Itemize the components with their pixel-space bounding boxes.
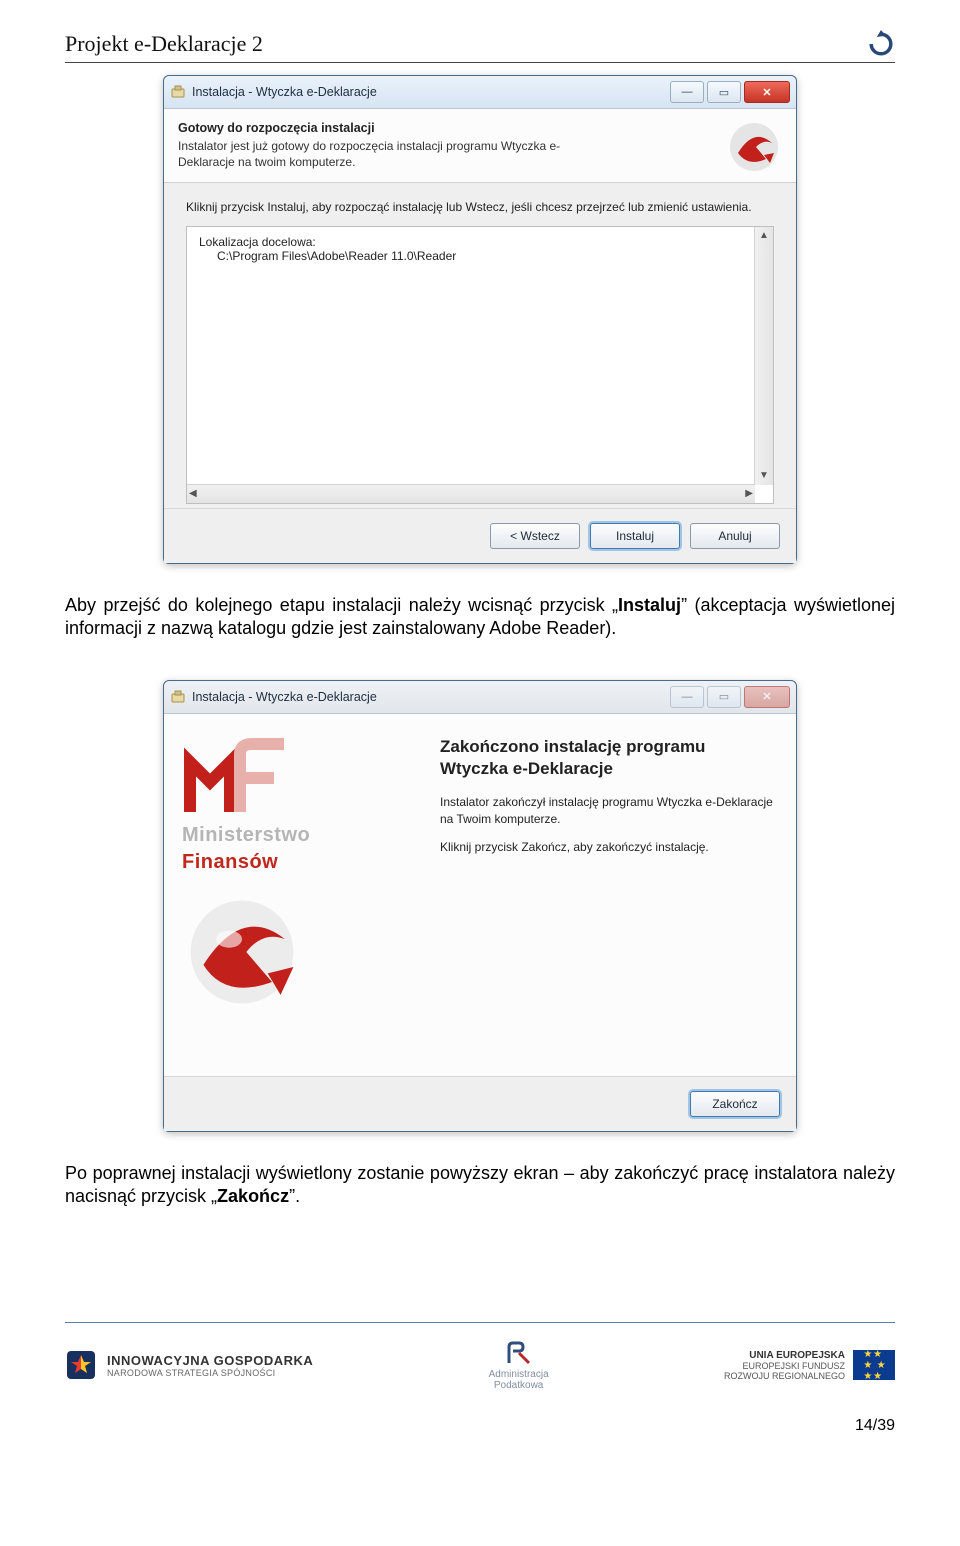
ap-line2: Podatkowa <box>494 1380 543 1391</box>
page-number: 14/39 <box>65 1417 895 1435</box>
instruction-text: Kliknij przycisk Instaluj, aby rozpocząć… <box>186 199 774 215</box>
eu-line2: EUROPEJSKI FUNDUSZ <box>724 1361 845 1371</box>
finish-button[interactable]: Zakończ <box>690 1091 780 1117</box>
step-header: Gotowy do rozpoczęcia instalacji Instala… <box>164 109 796 183</box>
step-title: Gotowy do rozpoczęcia instalacji <box>178 121 782 135</box>
footer-left: INNOWACYJNA GOSPODARKA NARODOWA STRATEGI… <box>65 1349 313 1381</box>
window-title: Instalacja - Wtyczka e-Deklaracje <box>192 690 670 704</box>
eu-line3: ROZWOJU REGIONALNEGO <box>724 1371 845 1381</box>
summary-label: Lokalizacja docelowa: <box>199 235 751 249</box>
close-button[interactable]: ✕ <box>744 81 790 103</box>
finish-line-1: Instalator zakończył instalację programu… <box>440 794 776 829</box>
finish-title: Zakończono instalację programu Wtyczka e… <box>440 736 776 780</box>
minimize-button[interactable]: — <box>670 81 704 103</box>
para1-pre: Aby przejść do kolejnego etapu instalacj… <box>65 595 618 615</box>
finish-line-2: Kliknij przycisk Zakończ, aby zakończyć … <box>440 839 776 856</box>
installer-window-ready: Instalacja - Wtyczka e-Deklaracje — ▭ ✕ … <box>163 75 797 564</box>
footer: INNOWACYJNA GOSPODARKA NARODOWA STRATEGI… <box>65 1339 895 1391</box>
footer-center: Administracja Podatkowa <box>489 1339 549 1391</box>
para2-post: ”. <box>289 1186 300 1206</box>
scroll-left-icon[interactable]: ◀ <box>189 488 197 499</box>
right-panel: Zakończono instalację programu Wtyczka e… <box>436 714 796 1076</box>
para2-pre: Po poprawnej instalacji wyświetlony zost… <box>65 1163 895 1206</box>
mf-logo-line1: Ministerstwo <box>182 824 310 847</box>
vertical-scrollbar[interactable]: ▲ ▼ <box>754 227 773 485</box>
para1-bold: Instaluj <box>618 595 681 615</box>
back-button[interactable]: < Wstecz <box>490 523 580 549</box>
titlebar[interactable]: Instalacja - Wtyczka e-Deklaracje — ▭ ✕ <box>164 76 796 109</box>
mf-logo-line2: Finansów <box>182 851 278 874</box>
close-button: ✕ <box>744 686 790 708</box>
minimize-button: — <box>670 686 704 708</box>
summary-path: C:\Program Files\Adobe\Reader 11.0\Reade… <box>199 249 751 263</box>
ap-line1: Administracja <box>489 1369 549 1380</box>
eu-line1: UNIA EUROPEJSKA <box>724 1350 845 1361</box>
maximize-button: ▭ <box>707 686 741 708</box>
footer-right: UNIA EUROPEJSKA EUROPEJSKI FUNDUSZ ROZWO… <box>724 1350 895 1381</box>
installer-window-finished: Instalacja - Wtyczka e-Deklaracje — ▭ ✕ … <box>163 680 797 1132</box>
maximize-button[interactable]: ▭ <box>707 81 741 103</box>
header-divider <box>65 62 895 63</box>
document-title: Projekt e-Deklaracje 2 <box>65 31 263 57</box>
scroll-right-icon[interactable]: ▶ <box>745 488 753 499</box>
paragraph-2: Po poprawnej instalacji wyświetlony zost… <box>65 1162 895 1208</box>
window-title: Instalacja - Wtyczka e-Deklaracje <box>192 85 670 99</box>
ig-line2: NARODOWA STRATEGIA SPÓJNOŚCI <box>107 1368 313 1378</box>
app-logo-large-icon <box>182 892 302 1012</box>
mf-logo-icon <box>182 738 292 816</box>
paragraph-1: Aby przejść do kolejnego etapu instalacj… <box>65 594 895 640</box>
refresh-icon <box>867 30 895 58</box>
summary-box[interactable]: Lokalizacja docelowa: C:\Program Files\A… <box>186 226 774 504</box>
install-button[interactable]: Instaluj <box>590 523 680 549</box>
app-logo-icon <box>726 119 782 175</box>
installer-icon <box>170 689 186 705</box>
footer-divider <box>65 1322 895 1323</box>
installer-icon <box>170 84 186 100</box>
ap-icon <box>505 1339 533 1367</box>
scroll-up-icon[interactable]: ▲ <box>755 227 773 245</box>
scroll-down-icon[interactable]: ▼ <box>755 467 773 485</box>
titlebar[interactable]: Instalacja - Wtyczka e-Deklaracje — ▭ ✕ <box>164 681 796 714</box>
ig-badge-icon <box>65 1349 97 1381</box>
cancel-button[interactable]: Anuluj <box>690 523 780 549</box>
horizontal-scrollbar[interactable]: ◀ ▶ <box>187 484 755 503</box>
para2-bold: Zakończ <box>217 1186 289 1206</box>
eu-flag-icon: ★ ★★ ★★ ★ <box>853 1350 895 1380</box>
step-subtitle: Instalator jest już gotowy do rozpoczęci… <box>178 138 608 170</box>
document-header: Projekt e-Deklaracje 2 <box>65 30 895 58</box>
ig-line1: INNOWACYJNA GOSPODARKA <box>107 1353 313 1368</box>
left-panel: Ministerstwo Finansów <box>164 714 436 1076</box>
